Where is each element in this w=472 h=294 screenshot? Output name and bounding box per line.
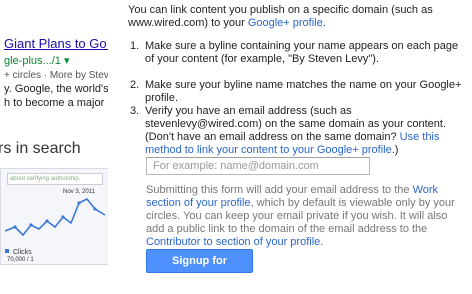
clicks-legend-swatch bbox=[5, 249, 9, 253]
intro-text-end: . bbox=[322, 17, 326, 29]
graph-point bbox=[13, 225, 17, 229]
note-text-end: . bbox=[320, 236, 324, 248]
mini-stats-graph: about verifying authorship. Nov 3, 2011 … bbox=[0, 168, 108, 265]
graph-point bbox=[45, 219, 49, 223]
graph-point bbox=[61, 215, 65, 219]
result-snippet-line-1: y. Google, the world's bbox=[4, 83, 108, 95]
left-preview-column: Giant Plans to Go S gle-plus.../1 ▾ + ci… bbox=[0, 0, 108, 280]
authorship-panel: You can link content you publish on a sp… bbox=[128, 0, 472, 289]
step-number: 3. bbox=[130, 105, 140, 117]
result-circles-line: + circles · More by Steven bbox=[4, 70, 108, 81]
note-text: Submitting this form will add your email… bbox=[146, 184, 413, 196]
result-snippet-line-2: h to become a major bbox=[4, 97, 105, 109]
graph-point bbox=[77, 201, 81, 205]
step-text: Make sure a byline containing your name … bbox=[145, 40, 459, 65]
graph-point bbox=[29, 223, 33, 227]
graph-point bbox=[93, 207, 97, 211]
intro-paragraph: You can link content you publish on a sp… bbox=[128, 4, 464, 30]
step-number: 2. bbox=[130, 79, 140, 91]
google-plus-profile-link[interactable]: Google+ profile bbox=[248, 17, 323, 29]
search-result-preview: Giant Plans to Go S gle-plus.../1 ▾ + ci… bbox=[0, 6, 108, 116]
graph-ratio-label: 70,000 / 1 bbox=[7, 257, 34, 263]
graph-line bbox=[4, 197, 106, 237]
form-note: Submitting this form will add your email… bbox=[146, 184, 464, 249]
url-arrow-icon[interactable]: ▾ bbox=[64, 55, 70, 67]
result-title-link[interactable]: Giant Plans to Go S bbox=[4, 36, 108, 51]
left-section-heading: rs in search bbox=[0, 140, 81, 157]
step-text: Make sure your byline name matches the n… bbox=[145, 79, 462, 104]
contributor-section-link[interactable]: Contributor to section of your profile bbox=[146, 236, 320, 248]
step-text-end: .) bbox=[391, 144, 399, 156]
graph-clicks-label: Clicks bbox=[13, 249, 32, 256]
result-url: gle-plus.../1 ▾ bbox=[4, 54, 69, 67]
step-text-block: Verify you have an email address (such a… bbox=[145, 105, 465, 157]
step-number: 1. bbox=[130, 40, 140, 52]
result-url-text: gle-plus.../1 bbox=[4, 55, 61, 67]
signup-for-authorship-button[interactable]: Signup for Authorship bbox=[146, 249, 253, 289]
email-input[interactable] bbox=[146, 157, 370, 175]
